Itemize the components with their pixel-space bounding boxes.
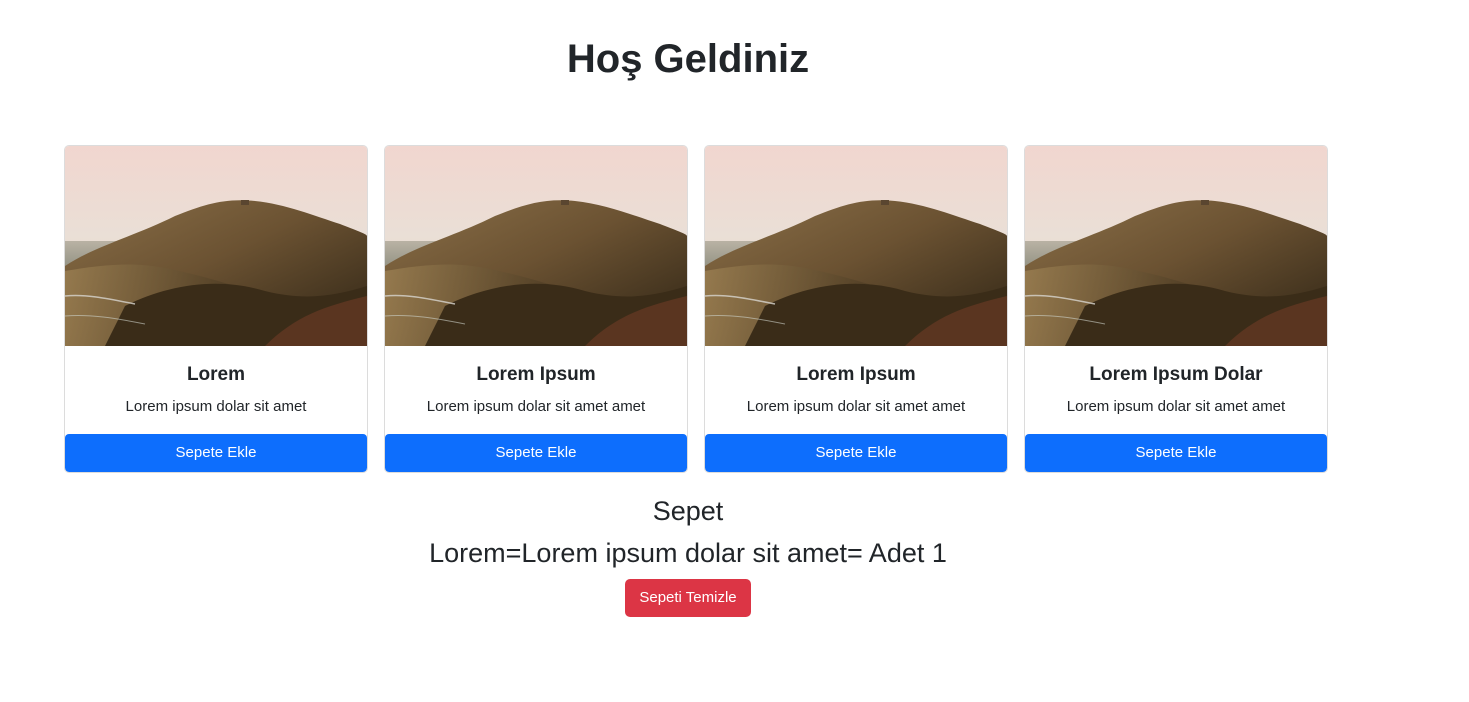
cart-title: Sepet [652,496,724,526]
product-card: Lorem Lorem ipsum dolar sit amet Sepete … [64,145,368,473]
product-card: Lorem Ipsum Lorem ipsum dolar sit amet a… [384,145,688,473]
product-image [65,146,367,346]
clear-cart-button[interactable]: Sepeti Temizle [625,579,751,617]
product-image [1025,146,1327,346]
product-card: Lorem Ipsum Dolar Lorem ipsum dolar sit … [1024,145,1328,473]
product-description: Lorem ipsum dolar sit amet amet [426,398,646,415]
product-description: Lorem ipsum dolar sit amet amet [746,398,966,415]
product-title: Lorem Ipsum Dolar [1089,364,1263,385]
add-to-cart-button[interactable]: Sepete Ekle [65,434,367,472]
add-to-cart-button[interactable]: Sepete Ekle [705,434,1007,472]
page-title: Hoş Geldiniz [566,37,810,81]
product-description: Lorem ipsum dolar sit amet [125,398,307,415]
product-title: Lorem Ipsum [796,364,916,385]
product-title: Lorem Ipsum [476,364,596,385]
product-description: Lorem ipsum dolar sit amet amet [1066,398,1286,415]
product-image [385,146,687,346]
add-to-cart-button[interactable]: Sepete Ekle [385,434,687,472]
product-title: Lorem [186,364,246,385]
add-to-cart-button[interactable]: Sepete Ekle [1025,434,1327,472]
product-list: Lorem Lorem ipsum dolar sit amet Sepete … [64,145,1328,473]
cart-item: Lorem=Lorem ipsum dolar sit amet= Adet 1 [429,538,947,568]
product-image [705,146,1007,346]
product-card: Lorem Ipsum Lorem ipsum dolar sit amet a… [704,145,1008,473]
